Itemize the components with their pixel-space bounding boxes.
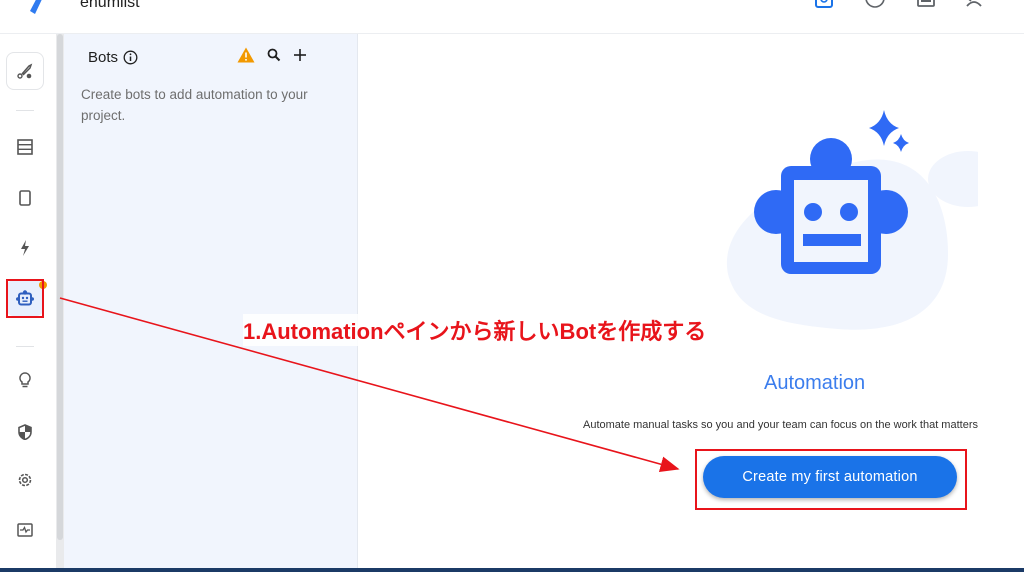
gallery-icon[interactable] [915,0,937,13]
monitor-icon [17,523,33,537]
rail-item-monitor[interactable] [6,512,44,548]
app-name: enumlist [80,0,140,11]
panel-actions [237,47,307,63]
highlight-automation-rail [6,279,44,318]
rail-item-security[interactable] [6,414,44,450]
annotation-label: 1.Automationペインから新しいBotを作成する [243,314,707,346]
top-bar: enumlist [0,0,1024,34]
help-icon[interactable] [864,0,886,13]
intelligence-icon [19,372,31,388]
sparkle-icon [869,110,909,152]
add-bot-icon[interactable] [293,48,307,62]
app-window: enumlist Bots Create bots to add automat… [0,0,1024,576]
launch-icon [17,63,33,79]
highlight-create-button [695,449,967,510]
search-icon[interactable] [267,48,281,62]
bottom-edge [0,572,1024,576]
rail-divider [16,346,34,347]
rail-scrollbar-thumb[interactable] [57,34,63,540]
panel-title: Bots [88,49,119,66]
panel-header: Bots [88,49,138,66]
rail-divider [16,110,34,111]
rail-item-launch[interactable] [6,52,44,90]
robot-illustration [726,110,978,330]
share-user-icon[interactable] [963,0,985,13]
rail-item-app[interactable] [6,180,44,216]
rail-item-intelligence[interactable] [6,362,44,398]
security-icon [18,424,32,440]
rail-item-data[interactable] [6,129,44,165]
rail-item-actions[interactable] [6,230,44,266]
appsheet-logo-icon [30,0,42,14]
panel-description: Create bots to add automation to your pr… [81,87,308,123]
actions-icon [21,240,29,256]
rail-item-settings[interactable] [6,462,44,498]
data-icon [17,139,33,155]
preview-icon[interactable] [813,0,835,13]
info-icon[interactable] [123,50,138,65]
app-icon [19,190,31,206]
settings-icon [18,473,32,487]
warning-icon[interactable] [237,47,255,63]
automation-description: Automate manual tasks so you and your te… [583,419,978,431]
bots-panel: Bots Create bots to add automation to yo… [64,34,358,568]
automation-title: Automation [764,372,866,394]
